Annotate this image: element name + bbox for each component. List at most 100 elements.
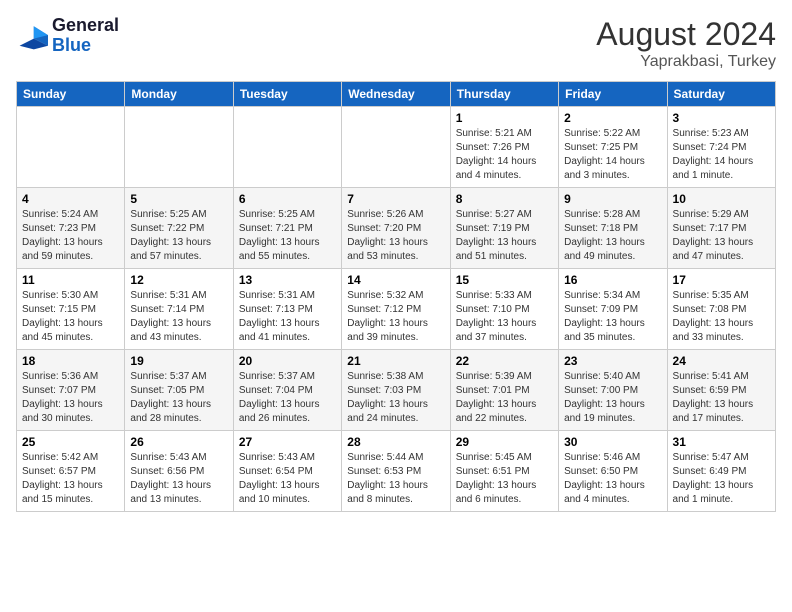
day-info: Sunrise: 5:36 AM Sunset: 7:07 PM Dayligh… bbox=[22, 370, 119, 426]
day-info: Sunrise: 5:33 AM Sunset: 7:10 PM Dayligh… bbox=[456, 289, 553, 345]
day-header-monday: Monday bbox=[125, 82, 233, 107]
day-info: Sunrise: 5:27 AM Sunset: 7:19 PM Dayligh… bbox=[456, 208, 553, 264]
calendar-table: SundayMondayTuesdayWednesdayThursdayFrid… bbox=[16, 81, 776, 512]
day-info: Sunrise: 5:45 AM Sunset: 6:51 PM Dayligh… bbox=[456, 451, 553, 507]
day-info: Sunrise: 5:31 AM Sunset: 7:14 PM Dayligh… bbox=[130, 289, 227, 345]
calendar-cell: 30 Sunrise: 5:46 AM Sunset: 6:50 PM Dayli… bbox=[559, 431, 667, 512]
calendar-cell: 9 Sunrise: 5:28 AM Sunset: 7:18 PM Daylig… bbox=[559, 188, 667, 269]
calendar-cell: 2 Sunrise: 5:22 AM Sunset: 7:25 PM Daylig… bbox=[559, 107, 667, 188]
calendar-cell bbox=[233, 107, 341, 188]
day-info: Sunrise: 5:42 AM Sunset: 6:57 PM Dayligh… bbox=[22, 451, 119, 507]
calendar-cell: 6 Sunrise: 5:25 AM Sunset: 7:21 PM Daylig… bbox=[233, 188, 341, 269]
day-info: Sunrise: 5:24 AM Sunset: 7:23 PM Dayligh… bbox=[22, 208, 119, 264]
day-number: 25 bbox=[22, 435, 119, 449]
day-number: 23 bbox=[564, 354, 661, 368]
day-info: Sunrise: 5:43 AM Sunset: 6:56 PM Dayligh… bbox=[130, 451, 227, 507]
day-header-friday: Friday bbox=[559, 82, 667, 107]
day-number: 27 bbox=[239, 435, 336, 449]
calendar-week-3: 11 Sunrise: 5:30 AM Sunset: 7:15 PM Dayli… bbox=[17, 269, 776, 350]
day-header-thursday: Thursday bbox=[450, 82, 558, 107]
page-header: General Blue August 2024 Yaprakbasi, Tur… bbox=[16, 16, 776, 71]
day-number: 17 bbox=[673, 273, 770, 287]
day-number: 31 bbox=[673, 435, 770, 449]
calendar-cell: 21 Sunrise: 5:38 AM Sunset: 7:03 PM Dayli… bbox=[342, 350, 450, 431]
day-info: Sunrise: 5:46 AM Sunset: 6:50 PM Dayligh… bbox=[564, 451, 661, 507]
day-info: Sunrise: 5:44 AM Sunset: 6:53 PM Dayligh… bbox=[347, 451, 444, 507]
day-info: Sunrise: 5:22 AM Sunset: 7:25 PM Dayligh… bbox=[564, 127, 661, 183]
day-number: 19 bbox=[130, 354, 227, 368]
month-year: August 2024 bbox=[596, 16, 776, 53]
day-header-wednesday: Wednesday bbox=[342, 82, 450, 107]
day-info: Sunrise: 5:28 AM Sunset: 7:18 PM Dayligh… bbox=[564, 208, 661, 264]
day-number: 21 bbox=[347, 354, 444, 368]
day-number: 22 bbox=[456, 354, 553, 368]
calendar-cell: 11 Sunrise: 5:30 AM Sunset: 7:15 PM Dayli… bbox=[17, 269, 125, 350]
calendar-cell: 22Sunrise: 5:39 AM Sunset: 7:01 PM Dayli… bbox=[450, 350, 558, 431]
day-info: Sunrise: 5:37 AM Sunset: 7:05 PM Dayligh… bbox=[130, 370, 227, 426]
calendar-cell: 18 Sunrise: 5:36 AM Sunset: 7:07 PM Dayli… bbox=[17, 350, 125, 431]
day-info: Sunrise: 5:21 AM Sunset: 7:26 PM Dayligh… bbox=[456, 127, 553, 183]
day-info: Sunrise: 5:43 AM Sunset: 6:54 PM Dayligh… bbox=[239, 451, 336, 507]
calendar-week-2: 4 Sunrise: 5:24 AM Sunset: 7:23 PM Daylig… bbox=[17, 188, 776, 269]
calendar-cell: 1Sunrise: 5:21 AM Sunset: 7:26 PM Daylig… bbox=[450, 107, 558, 188]
day-number: 11 bbox=[22, 273, 119, 287]
calendar-cell: 24 Sunrise: 5:41 AM Sunset: 6:59 PM Dayli… bbox=[667, 350, 775, 431]
calendar-cell: 13Sunrise: 5:31 AM Sunset: 7:13 PM Dayli… bbox=[233, 269, 341, 350]
day-number: 5 bbox=[130, 192, 227, 206]
calendar-cell: 14Sunrise: 5:32 AM Sunset: 7:12 PM Dayli… bbox=[342, 269, 450, 350]
day-number: 2 bbox=[564, 111, 661, 125]
calendar-cell: 16Sunrise: 5:34 AM Sunset: 7:09 PM Dayli… bbox=[559, 269, 667, 350]
day-number: 26 bbox=[130, 435, 227, 449]
day-number: 18 bbox=[22, 354, 119, 368]
day-info: Sunrise: 5:34 AM Sunset: 7:09 PM Dayligh… bbox=[564, 289, 661, 345]
calendar-cell: 5 Sunrise: 5:25 AM Sunset: 7:22 PM Daylig… bbox=[125, 188, 233, 269]
day-info: Sunrise: 5:30 AM Sunset: 7:15 PM Dayligh… bbox=[22, 289, 119, 345]
day-number: 3 bbox=[673, 111, 770, 125]
calendar-cell: 23 Sunrise: 5:40 AM Sunset: 7:00 PM Dayli… bbox=[559, 350, 667, 431]
calendar-cell: 12 Sunrise: 5:31 AM Sunset: 7:14 PM Dayli… bbox=[125, 269, 233, 350]
calendar-header-row: SundayMondayTuesdayWednesdayThursdayFrid… bbox=[17, 82, 776, 107]
logo-icon bbox=[16, 22, 48, 50]
calendar-cell: 15Sunrise: 5:33 AM Sunset: 7:10 PM Dayli… bbox=[450, 269, 558, 350]
calendar-cell: 8 Sunrise: 5:27 AM Sunset: 7:19 PM Daylig… bbox=[450, 188, 558, 269]
title-block: August 2024 Yaprakbasi, Turkey bbox=[596, 16, 776, 71]
day-number: 30 bbox=[564, 435, 661, 449]
calendar-cell: 29 Sunrise: 5:45 AM Sunset: 6:51 PM Dayli… bbox=[450, 431, 558, 512]
day-info: Sunrise: 5:37 AM Sunset: 7:04 PM Dayligh… bbox=[239, 370, 336, 426]
calendar-week-1: 1Sunrise: 5:21 AM Sunset: 7:26 PM Daylig… bbox=[17, 107, 776, 188]
calendar-cell: 25 Sunrise: 5:42 AM Sunset: 6:57 PM Dayli… bbox=[17, 431, 125, 512]
calendar-cell: 10Sunrise: 5:29 AM Sunset: 7:17 PM Dayli… bbox=[667, 188, 775, 269]
calendar-cell: 3 Sunrise: 5:23 AM Sunset: 7:24 PM Daylig… bbox=[667, 107, 775, 188]
day-number: 24 bbox=[673, 354, 770, 368]
day-number: 12 bbox=[130, 273, 227, 287]
day-info: Sunrise: 5:25 AM Sunset: 7:22 PM Dayligh… bbox=[130, 208, 227, 264]
calendar-cell: 26 Sunrise: 5:43 AM Sunset: 6:56 PM Dayli… bbox=[125, 431, 233, 512]
day-info: Sunrise: 5:35 AM Sunset: 7:08 PM Dayligh… bbox=[673, 289, 770, 345]
calendar-cell: 20 Sunrise: 5:37 AM Sunset: 7:04 PM Dayli… bbox=[233, 350, 341, 431]
day-number: 6 bbox=[239, 192, 336, 206]
day-info: Sunrise: 5:40 AM Sunset: 7:00 PM Dayligh… bbox=[564, 370, 661, 426]
calendar-week-4: 18 Sunrise: 5:36 AM Sunset: 7:07 PM Dayli… bbox=[17, 350, 776, 431]
calendar-cell: 28 Sunrise: 5:44 AM Sunset: 6:53 PM Dayli… bbox=[342, 431, 450, 512]
calendar-cell: 4 Sunrise: 5:24 AM Sunset: 7:23 PM Daylig… bbox=[17, 188, 125, 269]
calendar-cell bbox=[17, 107, 125, 188]
day-header-tuesday: Tuesday bbox=[233, 82, 341, 107]
day-info: Sunrise: 5:25 AM Sunset: 7:21 PM Dayligh… bbox=[239, 208, 336, 264]
day-number: 13 bbox=[239, 273, 336, 287]
day-number: 4 bbox=[22, 192, 119, 206]
day-number: 20 bbox=[239, 354, 336, 368]
logo: General Blue bbox=[16, 16, 119, 56]
calendar-cell: 27 Sunrise: 5:43 AM Sunset: 6:54 PM Dayli… bbox=[233, 431, 341, 512]
day-info: Sunrise: 5:29 AM Sunset: 7:17 PM Dayligh… bbox=[673, 208, 770, 264]
day-info: Sunrise: 5:23 AM Sunset: 7:24 PM Dayligh… bbox=[673, 127, 770, 183]
day-info: Sunrise: 5:26 AM Sunset: 7:20 PM Dayligh… bbox=[347, 208, 444, 264]
day-number: 28 bbox=[347, 435, 444, 449]
day-info: Sunrise: 5:38 AM Sunset: 7:03 PM Dayligh… bbox=[347, 370, 444, 426]
calendar-week-5: 25 Sunrise: 5:42 AM Sunset: 6:57 PM Dayli… bbox=[17, 431, 776, 512]
day-number: 9 bbox=[564, 192, 661, 206]
day-number: 29 bbox=[456, 435, 553, 449]
day-number: 7 bbox=[347, 192, 444, 206]
day-info: Sunrise: 5:41 AM Sunset: 6:59 PM Dayligh… bbox=[673, 370, 770, 426]
day-number: 8 bbox=[456, 192, 553, 206]
calendar-cell bbox=[342, 107, 450, 188]
